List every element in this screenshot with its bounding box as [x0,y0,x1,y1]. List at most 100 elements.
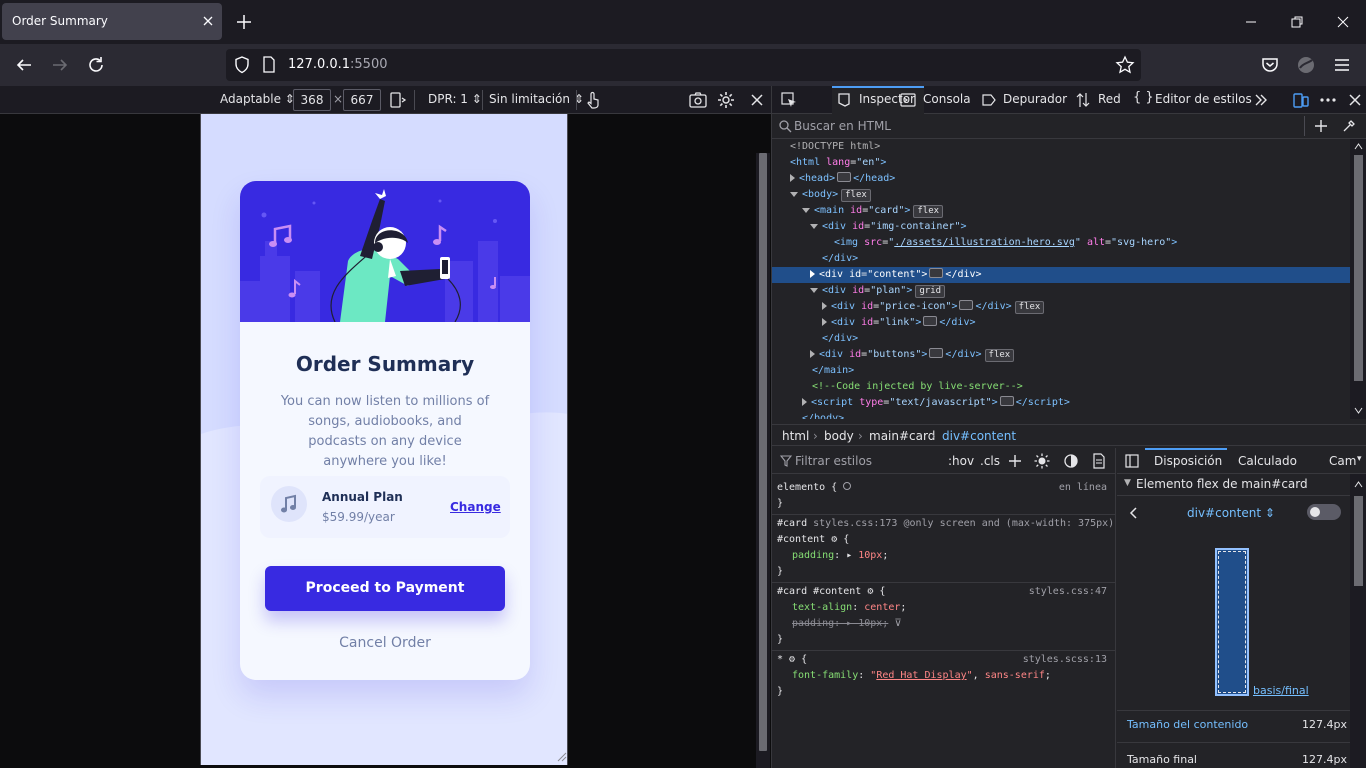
scrollbar-thumb[interactable] [1354,496,1363,586]
tree-line[interactable]: <head> </head> [772,171,1350,187]
tree-line[interactable]: <div id="plan"> grid [772,283,1350,299]
flex-item-selector[interactable]: div#content ⇕ [1187,506,1275,520]
markup-scrollbar[interactable] [1350,139,1366,419]
breadcrumb-html[interactable]: html [782,429,809,443]
more-options-icon[interactable] [1319,91,1337,109]
settings-gear-icon[interactable] [716,90,736,110]
viewport-scrollbar[interactable] [756,153,770,768]
tree-line[interactable]: <body> flex [772,187,1350,203]
tree-line[interactable]: </div> [772,251,1350,267]
scrollbar-thumb[interactable] [1354,155,1363,381]
breadcrumb-body[interactable]: body [824,429,854,443]
tab-console[interactable]: Consola [923,92,971,106]
tree-line[interactable]: <!DOCTYPE html> [772,139,1350,155]
minimize-icon[interactable] [1241,12,1261,32]
proceed-to-payment-button[interactable]: Proceed to Payment [265,566,505,611]
tree-line[interactable]: <img src="./assets/illustration-hero.svg… [772,235,1350,251]
cancel-order-button[interactable]: Cancel Order [240,635,530,651]
rdm-toggle-icon[interactable] [1292,91,1310,109]
dpr-selector[interactable]: DPR: 1 ⇕ [428,92,482,106]
highlight-toggle[interactable] [1307,504,1341,520]
menu-icon[interactable] [1331,54,1353,76]
tab-layout[interactable]: Disposición [1145,448,1227,474]
final-size-label: Tamaño final [1127,753,1197,766]
rule-selector[interactable]: #content ⚙ { [777,532,849,548]
light-scheme-icon[interactable] [1034,453,1050,469]
add-node-icon[interactable] [1314,119,1328,133]
close-icon[interactable] [198,11,218,31]
layout-scrollbar[interactable] [1350,474,1366,768]
scrollbar-thumb[interactable] [759,153,767,751]
screenshot-icon[interactable] [688,90,708,110]
new-tab-icon[interactable] [234,12,254,32]
account-icon[interactable] [1295,54,1317,76]
change-plan-link[interactable]: Change [450,500,501,514]
throttling-selector[interactable]: Sin limitación ⇕ [489,92,584,106]
breadcrumb-content[interactable]: div#content [942,429,1016,443]
tab-changes[interactable]: Cambi [1329,454,1357,468]
browser-tab[interactable]: Order Summary [2,3,222,40]
page-icon[interactable] [262,56,276,74]
rule-selector[interactable]: #card styles.css:173 @only screen and (m… [777,516,1114,532]
tree-line[interactable]: <div id="buttons"> </div> flex [772,347,1350,363]
tree-line[interactable]: </main> [772,363,1350,379]
sidebar-toggle-icon[interactable] [1125,454,1139,468]
device-selector[interactable]: Adaptable ⇕ [220,92,295,106]
reload-icon[interactable] [85,54,107,76]
tree-line[interactable]: </body> [772,411,1350,419]
dark-scheme-icon[interactable] [1063,453,1079,469]
close-devtools-icon[interactable] [1346,91,1364,109]
element-picker-icon[interactable] [780,91,798,109]
add-rule-icon[interactable] [1008,454,1022,468]
forward-arrow-icon[interactable] [49,54,71,76]
tree-line-selected[interactable]: <div id="content"> </div> [772,267,1350,283]
rules-pane: Filtrar estilos :hov .cls elemento { en … [772,448,1116,768]
cls-toggle[interactable]: .cls [980,454,1000,468]
back-chevron-icon[interactable] [1128,506,1140,520]
print-media-icon[interactable] [1092,453,1106,469]
url-bar[interactable]: 127.0.0.1:5500 [226,49,1141,81]
rotate-icon[interactable] [389,90,407,110]
filter-styles-input[interactable]: Filtrar estilos [795,454,872,468]
tab-style-editor[interactable]: Editor de estilos [1155,92,1252,106]
html-search-input[interactable]: Buscar en HTML [794,119,891,133]
tree-line[interactable]: <div id="img-container"> [772,219,1350,235]
back-arrow-icon[interactable] [13,54,35,76]
eyedropper-icon[interactable] [1342,119,1356,133]
viewport-resize-handle[interactable] [555,750,567,762]
restore-icon[interactable] [1287,12,1307,32]
rule-element[interactable]: elemento { en línea [777,480,1111,496]
tree-line[interactable]: </div> [772,331,1350,347]
tree-line[interactable]: <main id="card"> flex [772,203,1350,219]
viewport-height-input[interactable]: 667 [343,89,381,111]
tab-computed[interactable]: Calculado [1238,454,1297,468]
flex-item-section-header[interactable]: ▼ Elemento flex de main#card [1117,474,1350,496]
rule-declaration[interactable]: font-family: "Red Hat Display", sans-ser… [792,668,1051,684]
shield-icon[interactable] [233,55,251,75]
hov-toggle[interactable]: :hov [948,454,974,468]
rule-selector[interactable]: * ⚙ {styles.scss:13 [777,652,1111,668]
more-tabs-chevron-icon[interactable] [1253,92,1269,108]
pocket-icon[interactable] [1259,54,1281,76]
touch-simulation-icon[interactable] [584,90,602,110]
window-close-icon[interactable] [1333,12,1353,32]
tree-line[interactable]: <div id="link"> </div> [772,315,1350,331]
rule-declaration[interactable]: text-align: center; [792,600,906,616]
viewport-width-input[interactable]: 368 [293,89,331,111]
tree-line[interactable]: <script type="text/javascript"> </script> [772,395,1350,411]
rule-declaration[interactable]: padding: ▸ 10px; [792,548,888,564]
sidebar-tab-bar: Disposición Calculado Cambi ▾ [1117,448,1366,474]
tab-debugger[interactable]: Depurador [1003,92,1067,106]
tree-line[interactable]: <!--Code injected by live-server--> [772,379,1350,395]
tree-line[interactable]: <html lang="en"> [772,155,1350,171]
content-size-value: 127.4px [1302,718,1347,731]
tab-overflow-chevron-icon[interactable]: ▾ [1357,454,1362,464]
tree-line[interactable]: <div id="price-icon"> </div> flex [772,299,1350,315]
close-rdm-icon[interactable] [748,91,766,109]
bookmark-star-icon[interactable] [1115,55,1135,75]
rule-selector[interactable]: #card #content ⚙ {styles.css:47 [777,584,1111,600]
tab-network[interactable]: Red [1098,92,1121,106]
rule-declaration-overridden[interactable]: padding: ▸ 10px; ⊽ [792,616,902,632]
final-size-value: 127.4px [1302,753,1347,766]
breadcrumb-main[interactable]: main#card [869,429,935,443]
